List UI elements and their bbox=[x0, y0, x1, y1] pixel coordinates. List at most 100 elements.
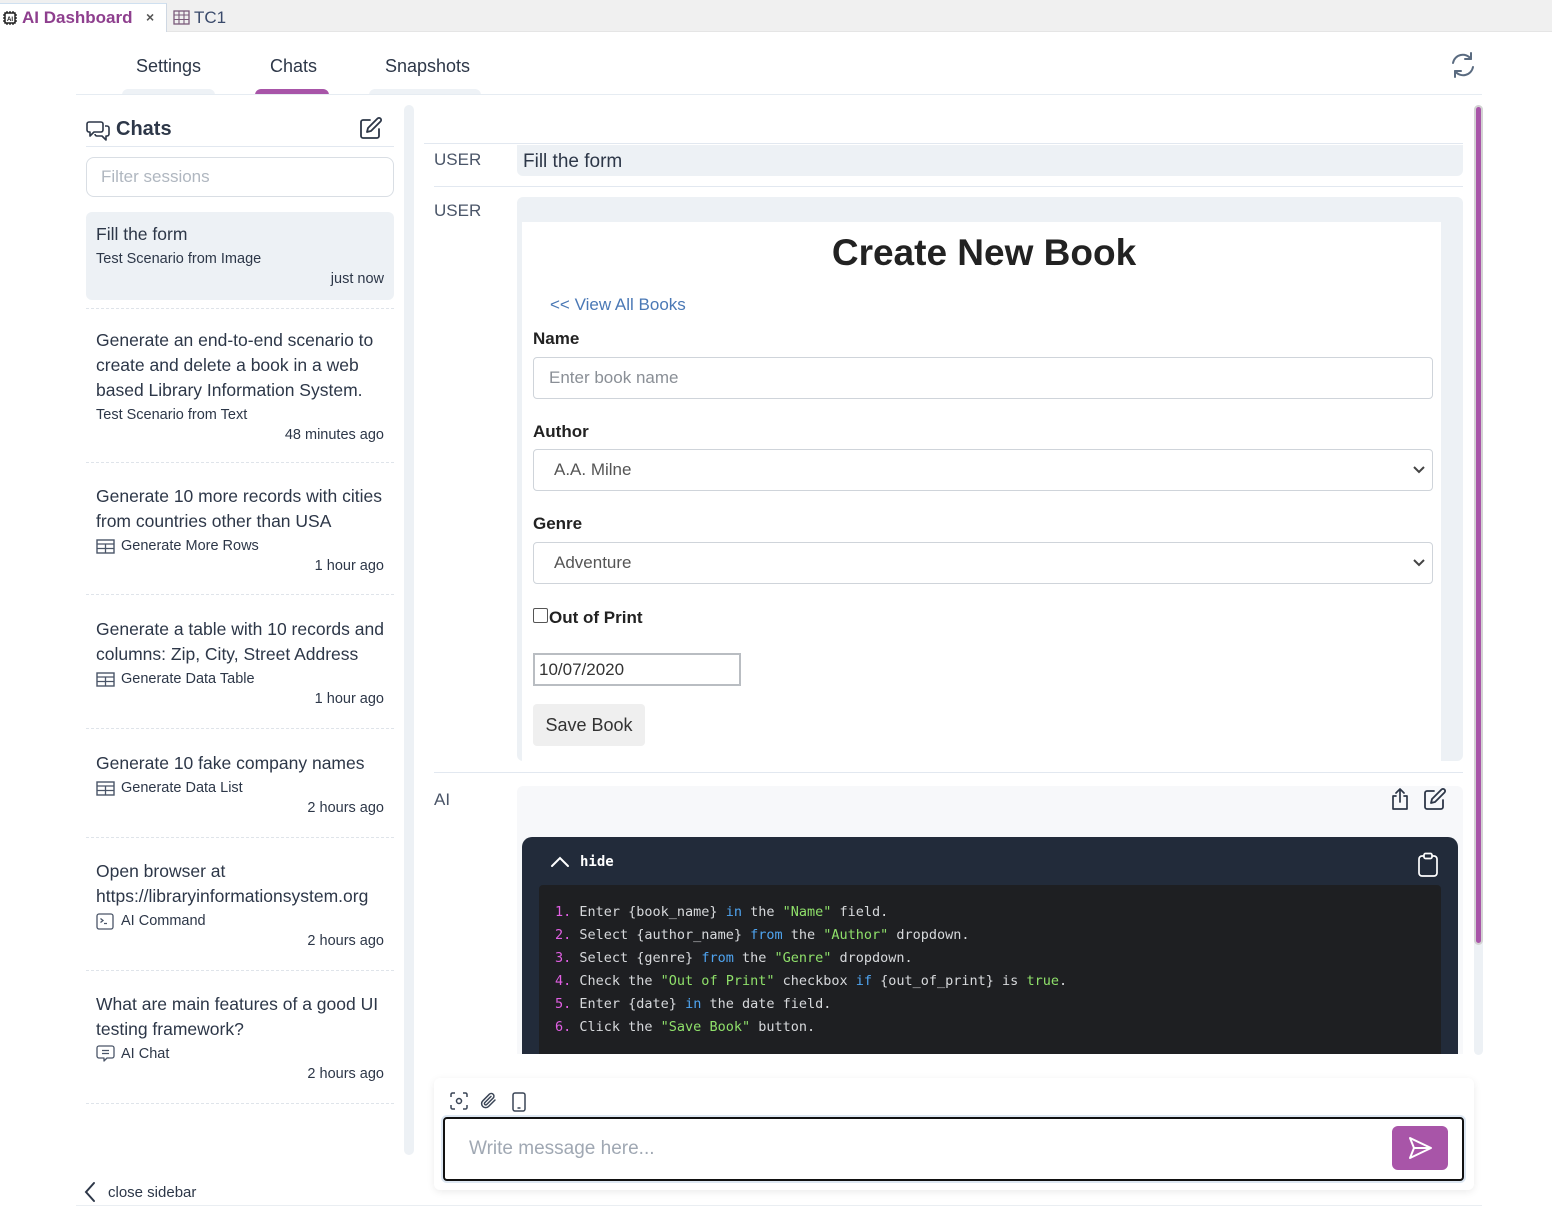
code-token: checkbox bbox=[774, 973, 856, 989]
session-item[interactable]: Open browser at https://libraryinformati… bbox=[86, 849, 394, 951]
code-line: 2. Select {author_name} from the "Author… bbox=[555, 924, 1441, 947]
mobile-icon bbox=[512, 1092, 526, 1112]
name-label: Name bbox=[533, 329, 580, 348]
send-button[interactable] bbox=[1392, 1126, 1448, 1170]
code-line: 3. Select {genre} from the "Genre" dropd… bbox=[555, 947, 1441, 970]
close-sidebar-button[interactable]: close sidebar bbox=[82, 1180, 196, 1204]
code-token: Check the bbox=[571, 973, 661, 989]
tab-chats[interactable]: Chats bbox=[270, 56, 317, 77]
session-type: AI Chat bbox=[96, 1044, 384, 1064]
chevron-left-icon bbox=[84, 1182, 95, 1202]
code-token: . bbox=[1058, 973, 1068, 989]
editor-tab-label: AI Dashboard bbox=[22, 8, 133, 27]
chat-top-divider bbox=[424, 143, 1463, 144]
message-role: USER bbox=[434, 201, 482, 220]
new-chat-button[interactable] bbox=[359, 116, 383, 140]
sidebar-divider bbox=[86, 146, 394, 147]
hide-toggle[interactable]: hide bbox=[550, 854, 614, 870]
session-time: 1 hour ago bbox=[314, 558, 384, 574]
tab-snapshots[interactable]: Snapshots bbox=[385, 56, 470, 77]
code-token: in bbox=[685, 996, 702, 1012]
code-token: Enter {date} bbox=[571, 996, 686, 1012]
genre-select: Adventure bbox=[533, 542, 1433, 584]
sidebar-scrollbar[interactable] bbox=[404, 105, 414, 1155]
code-token: dropdown. bbox=[888, 927, 970, 943]
attach-button[interactable] bbox=[480, 1092, 498, 1110]
tab-settings[interactable]: Settings bbox=[136, 56, 201, 77]
view-all-books-link: << View All Books bbox=[550, 295, 686, 314]
session-title: Generate 10 more records with cities fro… bbox=[96, 486, 382, 531]
share-button[interactable] bbox=[1389, 787, 1411, 811]
session-separator bbox=[86, 837, 394, 838]
attached-screenshot: Create New Book << View All Books Name E… bbox=[522, 222, 1441, 761]
session-separator bbox=[86, 1103, 394, 1104]
step-number: 5. bbox=[555, 996, 572, 1012]
session-type: AI Command bbox=[96, 911, 384, 931]
session-type: Generate Data Table bbox=[96, 669, 384, 689]
session-type-label: Generate Data Table bbox=[121, 671, 255, 687]
date-field: 10/07/2020 bbox=[533, 653, 741, 686]
book-name-field: Enter book name bbox=[533, 357, 1433, 399]
editor-tab-tc1[interactable]: TC1 bbox=[170, 3, 226, 32]
step-number: 1. bbox=[555, 904, 572, 920]
code-token: the bbox=[741, 904, 783, 920]
bottom-divider bbox=[76, 1205, 1482, 1206]
message-input[interactable] bbox=[443, 1117, 1464, 1181]
code-token: the bbox=[733, 950, 775, 966]
send-icon bbox=[1409, 1137, 1432, 1159]
author-select: A.A. Milne bbox=[533, 449, 1433, 491]
out-of-print-label: Out of Print bbox=[549, 608, 643, 627]
edit-message-button[interactable] bbox=[1423, 787, 1447, 811]
refresh-icon bbox=[1452, 52, 1474, 78]
sidebar-title: Chats bbox=[86, 118, 172, 141]
step-number: 4. bbox=[555, 973, 572, 989]
step-number: 6. bbox=[555, 1019, 572, 1035]
table-icon bbox=[173, 10, 190, 25]
editor-tab-ai-dashboard[interactable]: AI AI Dashboard × bbox=[0, 3, 167, 32]
session-type: Generate More Rows bbox=[96, 536, 384, 556]
screenshot-button[interactable] bbox=[450, 1092, 468, 1110]
save-book-button: Save Book bbox=[533, 704, 645, 746]
code-line: 6. Click the "Save Book" button. bbox=[555, 1016, 1441, 1039]
code-token: true bbox=[1026, 973, 1059, 989]
session-type-label: AI Command bbox=[121, 913, 206, 929]
code-token: from bbox=[701, 950, 734, 966]
session-type: Generate Data List bbox=[96, 778, 384, 798]
genre-label: Genre bbox=[533, 514, 583, 533]
session-type-label: AI Chat bbox=[121, 1046, 170, 1062]
session-title: Generate a table with 10 records and col… bbox=[96, 619, 384, 664]
chat-scrollbar-thumb[interactable] bbox=[1474, 105, 1483, 945]
chats-icon bbox=[86, 120, 110, 141]
session-item[interactable]: Generate an end-to-end scenario to creat… bbox=[86, 318, 394, 445]
refresh-button[interactable] bbox=[1448, 50, 1478, 80]
close-tab-icon[interactable]: × bbox=[146, 9, 154, 25]
edit-icon bbox=[1424, 788, 1446, 810]
session-item[interactable]: What are main features of a good UI test… bbox=[86, 982, 394, 1084]
paperclip-icon bbox=[480, 1092, 496, 1109]
chevron-down-icon bbox=[1413, 466, 1425, 474]
code-line: 5. Enter {date} in the date field. bbox=[555, 993, 1441, 1016]
session-item[interactable]: Generate a table with 10 records and col… bbox=[86, 607, 394, 709]
hide-label: hide bbox=[580, 854, 614, 870]
code-token: "Genre" bbox=[774, 950, 832, 966]
session-time: 2 hours ago bbox=[307, 1066, 384, 1082]
code-token: the date field. bbox=[701, 996, 832, 1012]
code-line: 4. Check the "Out of Print" checkbox if … bbox=[555, 970, 1441, 993]
code-token: "Out of Print" bbox=[660, 973, 775, 989]
form-heading: Create New Book bbox=[831, 232, 1137, 273]
mobile-button[interactable] bbox=[511, 1092, 529, 1112]
session-item[interactable]: Generate 10 more records with cities fro… bbox=[86, 474, 394, 576]
code-token: button. bbox=[750, 1019, 816, 1035]
copy-button[interactable] bbox=[1417, 852, 1439, 878]
code-token: in bbox=[725, 904, 742, 920]
session-time: just now bbox=[330, 271, 384, 287]
session-title: Fill the form bbox=[96, 224, 188, 244]
code-token: from bbox=[750, 927, 783, 943]
code-token: Enter {book_name} bbox=[571, 904, 726, 920]
filter-sessions-input[interactable] bbox=[86, 157, 394, 197]
session-item[interactable]: Generate 10 fake company names Generate … bbox=[86, 741, 394, 818]
clipboard-icon bbox=[1418, 852, 1438, 877]
session-item[interactable]: Fill the form Test Scenario from Image j… bbox=[86, 212, 394, 300]
session-type: Test Scenario from Text bbox=[96, 407, 248, 423]
session-time: 48 minutes ago bbox=[284, 427, 384, 443]
